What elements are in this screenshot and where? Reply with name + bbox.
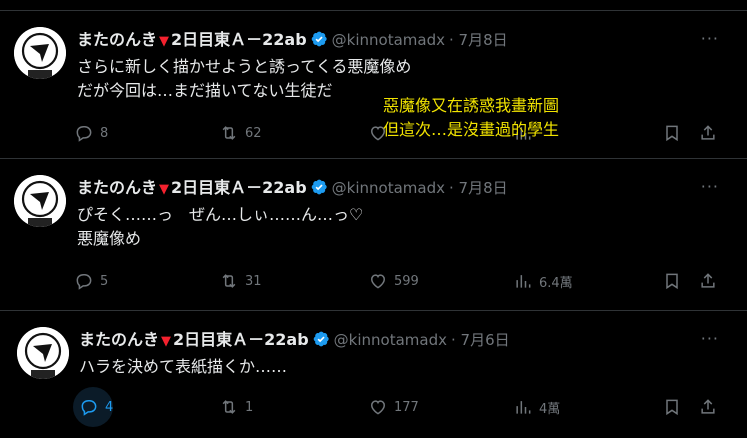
tweet-actions: 5 31 599 6.4萬 [74,269,734,293]
view-count: 4萬 [539,401,561,417]
tweet-text: ハラを決めて表紙描くか…… [79,357,288,376]
bookmark-icon [666,125,678,142]
divider [0,0,747,11]
retweet-count: 1 [245,399,254,415]
reply-button[interactable]: 5 [74,269,108,293]
like-count: 599 [394,273,419,289]
like-icon [370,274,386,289]
bookmark-icon [666,399,678,416]
tweet-header: またのんき ▼ 2日目東Ａ－22ab @kinnotamadx · 7月8日 [77,29,508,51]
bookmark-button[interactable] [662,121,682,145]
overlay-caption: 惡魔像又在誘惑我畫新圖 但這次…是沒畫過的學生 [383,96,560,139]
share-button[interactable] [698,121,718,145]
tweet-date[interactable]: · 7月8日 [449,31,508,49]
author-name[interactable]: またのんき [77,178,157,197]
like-button[interactable]: 599 [368,269,419,293]
avatar[interactable] [14,27,66,79]
reply-count: 8 [100,125,109,141]
reply-button[interactable]: 4 [73,387,114,427]
red-triangle-icon: ▼ [161,334,172,349]
author-name-suffix[interactable]: 2日目東Ａ－22ab [171,178,307,197]
views-icon [516,275,531,288]
verified-icon [311,31,327,47]
bookmark-button[interactable] [662,269,682,293]
tweet[interactable]: またのんき ▼ 2日目東Ａ－22ab @kinnotamadx · 7月8日 ··· さ… [0,11,747,159]
tweet-header: またのんき ▼ 2日目東Ａ－22ab @kinnotamadx · 7月8日 [77,177,508,199]
retweet-icon [222,274,236,288]
avatar-icon [14,175,66,227]
avatar[interactable] [14,175,66,227]
reply-icon [76,274,92,290]
bookmark-button[interactable] [662,395,682,419]
tweet-text: ぴそく……っ ぜん…しぃ……ん…っ♡ 悪魔像め [77,205,364,248]
reply-icon [76,126,92,142]
author-handle[interactable]: @kinnotamadx [334,331,447,349]
author-name[interactable]: またのんき [77,30,157,49]
share-button[interactable] [698,269,718,293]
views-icon [516,401,531,414]
retweet-icon [222,400,236,414]
author-handle[interactable]: @kinnotamadx [332,31,445,49]
avatar-icon [17,327,69,379]
retweet-button[interactable]: 31 [219,269,262,293]
timeline: またのんき ▼ 2日目東Ａ－22ab @kinnotamadx · 7月8日 ··· さ… [0,0,747,438]
avatar[interactable] [17,327,69,379]
share-button[interactable] [698,395,718,419]
tweet[interactable]: またのんき ▼ 2日目東Ａ－22ab @kinnotamadx · 7月8日 ··· ぴ… [0,159,747,311]
view-count: 6.4萬 [539,275,573,291]
red-triangle-icon: ▼ [159,182,170,197]
verified-icon [311,179,327,195]
tweet-header: またのんき ▼ 2日目東Ａ－22ab @kinnotamadx · 7月6日 [79,329,510,351]
like-icon [370,400,386,415]
tweet-text: さらに新しく描かせようと誘ってくる悪魔像め だが今回は…まだ描いてない生徒だ [77,57,412,100]
retweet-icon [222,126,236,140]
avatar-icon [14,27,66,79]
like-count: 177 [394,399,419,415]
tweet-date[interactable]: · 7月8日 [449,179,508,197]
verified-icon [313,331,329,347]
share-icon [701,273,715,288]
reply-icon [81,400,97,416]
share-icon [701,399,715,414]
tweet-date[interactable]: · 7月6日 [451,331,510,349]
reply-button[interactable]: 8 [74,121,108,145]
more-icon[interactable]: ··· [701,177,719,196]
tweet-actions: 4 1 177 4萬 [73,387,734,427]
retweet-button[interactable]: 62 [219,121,262,145]
more-icon[interactable]: ··· [701,29,719,48]
retweet-count: 62 [245,125,262,141]
more-icon[interactable]: ··· [701,329,719,348]
red-triangle-icon: ▼ [159,34,170,49]
bookmark-icon [666,273,678,290]
reply-count: 5 [100,273,109,289]
retweet-button[interactable]: 1 [219,395,253,419]
author-name[interactable]: またのんき [79,330,159,349]
tweet[interactable]: またのんき ▼ 2日目東Ａ－22ab @kinnotamadx · 7月6日 ··· ハ… [0,311,747,438]
retweet-count: 31 [245,273,262,289]
like-button[interactable]: 177 [368,395,419,419]
reply-count: 4 [105,399,114,415]
views-button[interactable]: 6.4萬 [513,269,573,293]
author-name-suffix[interactable]: 2日目東Ａ－22ab [171,30,307,49]
author-handle[interactable]: @kinnotamadx [332,179,445,197]
views-button[interactable]: 4萬 [513,395,560,419]
share-icon [701,125,715,140]
author-name-suffix[interactable]: 2日目東Ａ－22ab [173,330,309,349]
